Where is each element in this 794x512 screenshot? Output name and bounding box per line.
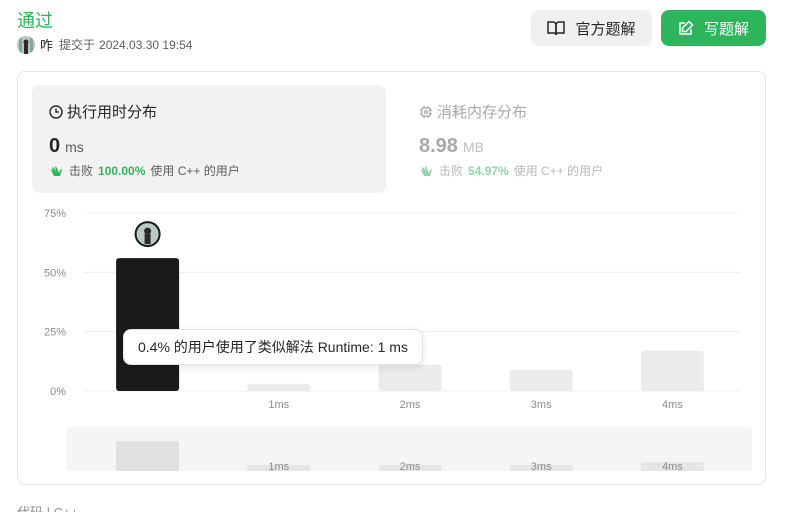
overview-tick-label: 4ms bbox=[662, 461, 683, 473]
submitted-time: 2024.03.30 19:54 bbox=[99, 37, 193, 52]
edit-icon bbox=[678, 20, 694, 36]
write-solution-label: 写题解 bbox=[703, 20, 749, 38]
bar-selected bbox=[116, 258, 180, 391]
bar bbox=[378, 364, 442, 391]
x-tick-label: 3ms bbox=[531, 399, 552, 411]
overview-tick-label: 1ms bbox=[268, 461, 289, 473]
bar bbox=[247, 383, 311, 391]
submission-info: 咋 提交于 2024.03.30 19:54 bbox=[17, 35, 192, 54]
overview-bar bbox=[116, 441, 180, 471]
runtime-distribution-chart[interactable]: 75% 50% 25% 0% 1ms 2ms 3ms 4ms 1ms 2ms 3ms 4ms bbox=[18, 72, 765, 484]
bar bbox=[509, 369, 573, 391]
bar bbox=[640, 350, 704, 391]
avatar[interactable] bbox=[17, 35, 35, 54]
chart-tooltip: 0.4% 的用户使用了类似解法 Runtime: 1 ms bbox=[123, 329, 423, 365]
code-language-label: 代码 | C++ bbox=[17, 502, 78, 512]
x-tick-label: 2ms bbox=[400, 399, 421, 411]
submitted-label: 提交于 bbox=[59, 38, 96, 52]
y-tick-label: 50% bbox=[44, 267, 66, 279]
official-solution-button[interactable]: 官方题解 bbox=[531, 10, 652, 46]
y-tick-label: 75% bbox=[44, 208, 66, 220]
result-card: 执行用时分布 0 ms 击败 100.00% 使用 C++ 的用户 消耗内存分布… bbox=[17, 71, 766, 485]
submission-avatar-marker bbox=[134, 221, 161, 248]
official-solution-label: 官方题解 bbox=[575, 20, 636, 38]
overview-tick-label: 3ms bbox=[531, 461, 552, 473]
overview-tick-label: 2ms bbox=[400, 461, 421, 473]
x-tick-label: 1ms bbox=[268, 399, 289, 411]
x-tick-label: 4ms bbox=[662, 399, 683, 411]
y-tick-label: 25% bbox=[44, 327, 66, 339]
status-title: 通过 bbox=[17, 11, 53, 31]
write-solution-button[interactable]: 写题解 bbox=[661, 10, 766, 46]
user-name[interactable]: 咋 bbox=[40, 35, 53, 54]
y-tick-label: 0% bbox=[50, 386, 66, 398]
book-icon bbox=[547, 20, 566, 36]
